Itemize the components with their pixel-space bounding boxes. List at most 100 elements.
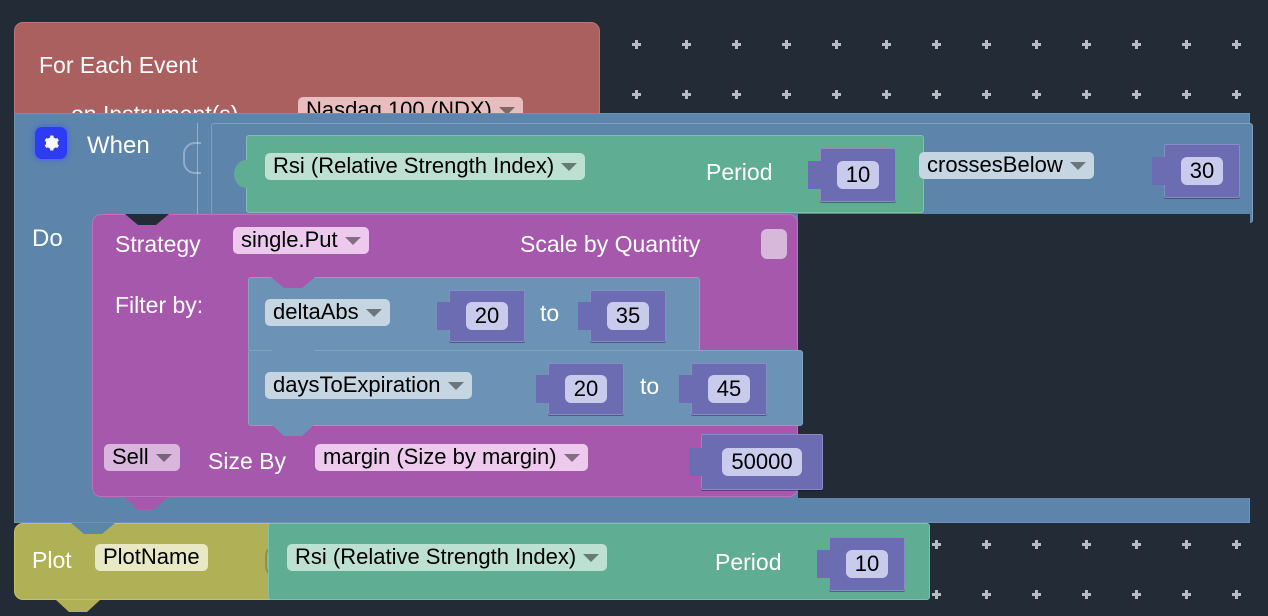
size-amount-value[interactable]: 50000 xyxy=(722,447,802,477)
blockly-workspace[interactable]: For Each Event on Instrument(s) Nasdaq 1… xyxy=(0,0,1268,616)
grid-dot xyxy=(632,40,641,49)
rsi-period-label: Period xyxy=(706,159,773,185)
value-tab xyxy=(808,161,822,189)
plot-top-notch xyxy=(71,523,115,534)
grid-dot xyxy=(1132,40,1141,49)
scale-by-quantity-label: Scale by Quantity xyxy=(520,231,701,257)
plot-name-value: PlotName xyxy=(103,544,200,569)
block-strategy[interactable]: Strategy single.Put Scale by Quantity Fi… xyxy=(92,214,823,497)
chevron-down-icon xyxy=(447,382,464,390)
filter-top-notch xyxy=(271,350,315,361)
threshold-value-block[interactable]: 30 xyxy=(1152,144,1240,198)
block-rsi-indicator[interactable]: Rsi (Relative Strength Index) Period 10 xyxy=(234,135,924,213)
grid-dot xyxy=(1082,90,1091,99)
order-side-value: Sell xyxy=(112,444,149,469)
filter-max-value-block[interactable]: 45 xyxy=(679,363,767,415)
filter-to-label: to xyxy=(540,300,560,326)
filter-field-dropdown[interactable]: daysToExpiration xyxy=(265,372,472,399)
filter-min-value[interactable]: 20 xyxy=(465,301,509,331)
filter-max-value[interactable]: 45 xyxy=(707,374,751,404)
do-label: Do xyxy=(32,225,63,252)
grid-dot xyxy=(1082,40,1091,49)
grid-dot xyxy=(1132,540,1141,549)
grid-dot xyxy=(1032,90,1041,99)
when-do-inner-cutout xyxy=(798,214,1250,498)
filter-min-value-block[interactable]: 20 xyxy=(536,363,624,415)
grid-dot xyxy=(882,40,891,49)
filter-by-label: Filter by: xyxy=(115,292,204,318)
plot-bottom-notch xyxy=(56,600,100,612)
plot-period-value-block[interactable]: 10 xyxy=(817,537,905,591)
block-plot[interactable]: Plot PlotName xyxy=(14,523,283,600)
grid-dot xyxy=(1182,590,1191,599)
block-for-each-event[interactable]: For Each Event on Instrument(s) Nasdaq 1… xyxy=(14,22,600,126)
grid-dot xyxy=(732,90,741,99)
order-side-dropdown[interactable]: Sell xyxy=(104,444,180,471)
block-plot-rsi-indicator[interactable]: Rsi (Relative Strength Index) Period 10 xyxy=(268,523,930,600)
rsi-indicator-value: Rsi (Relative Strength Index) xyxy=(273,153,555,178)
condition-socket-tab xyxy=(183,142,201,174)
filter-min-value-block[interactable]: 20 xyxy=(437,290,525,342)
value-tab xyxy=(536,375,550,403)
grid-dot xyxy=(782,40,791,49)
grid-dot xyxy=(1082,590,1091,599)
grid-dot xyxy=(1232,90,1241,99)
threshold-value[interactable]: 30 xyxy=(1180,156,1224,186)
grid-dot xyxy=(1232,40,1241,49)
filter-min-value[interactable]: 20 xyxy=(564,374,608,404)
value-tab xyxy=(578,302,592,330)
plot-name-input[interactable]: PlotName xyxy=(95,544,208,571)
grid-dot xyxy=(982,40,991,49)
strategy-dropdown[interactable]: single.Put xyxy=(233,227,369,254)
plot-period-label: Period xyxy=(715,549,782,575)
grid-dot xyxy=(1032,40,1041,49)
grid-dot xyxy=(1182,90,1191,99)
grid-dot xyxy=(632,90,641,99)
rsi-period-value-block[interactable]: 10 xyxy=(808,148,896,202)
grid-dot xyxy=(1032,590,1041,599)
grid-dot xyxy=(932,590,941,599)
plot-period-value[interactable]: 10 xyxy=(845,549,889,579)
grid-dot xyxy=(1082,540,1091,549)
size-by-label: Size By xyxy=(208,448,286,474)
filter-max-value-block[interactable]: 35 xyxy=(578,290,666,342)
grid-dot xyxy=(1182,540,1191,549)
grid-dot xyxy=(682,40,691,49)
rsi-output-tab xyxy=(234,160,248,188)
chevron-down-icon xyxy=(365,309,382,317)
grid-dot xyxy=(1232,540,1241,549)
size-by-dropdown[interactable]: margin (Size by margin) xyxy=(315,444,588,471)
size-by-value: margin (Size by margin) xyxy=(323,444,557,469)
strategy-label: Strategy xyxy=(115,231,201,257)
for-each-event-title: For Each Event xyxy=(39,52,198,78)
chevron-down-icon xyxy=(1069,162,1086,170)
plot-indicator-value: Rsi (Relative Strength Index) xyxy=(295,544,577,569)
grid-dot xyxy=(882,90,891,99)
chevron-down-icon xyxy=(561,163,578,171)
grid-dot xyxy=(932,40,941,49)
filter-to-label: to xyxy=(640,373,660,399)
plot-indicator-dropdown[interactable]: Rsi (Relative Strength Index) xyxy=(287,544,608,571)
size-amount-value-block[interactable]: 50000 xyxy=(689,434,823,490)
when-label: When xyxy=(87,132,150,159)
grid-dot xyxy=(1182,40,1191,49)
gear-icon[interactable] xyxy=(35,127,67,159)
block-filter-row[interactable]: deltaAbs 20 to 35 xyxy=(248,277,700,353)
grid-dot xyxy=(982,90,991,99)
block-condition-row[interactable]: Rsi (Relative Strength Index) Period 10 … xyxy=(211,123,1253,223)
comparison-operator-value: crossesBelow xyxy=(927,152,1063,177)
grid-dot xyxy=(982,590,991,599)
block-filter-row[interactable]: daysToExpiration 20 to 45 xyxy=(248,350,803,436)
strategy-top-notch xyxy=(125,214,169,225)
filter-max-value[interactable]: 35 xyxy=(606,301,650,331)
scale-by-quantity-checkbox[interactable] xyxy=(761,229,787,259)
value-tab xyxy=(689,448,703,476)
grid-dot xyxy=(1132,590,1141,599)
filter-field-value: deltaAbs xyxy=(273,299,359,324)
rsi-indicator-dropdown[interactable]: Rsi (Relative Strength Index) xyxy=(265,153,586,180)
chevron-down-icon xyxy=(155,454,172,462)
comparison-operator-dropdown[interactable]: crossesBelow xyxy=(919,152,1094,179)
rsi-period-value[interactable]: 10 xyxy=(836,160,880,190)
filter-field-dropdown[interactable]: deltaAbs xyxy=(265,299,390,326)
chevron-down-icon xyxy=(583,554,600,562)
